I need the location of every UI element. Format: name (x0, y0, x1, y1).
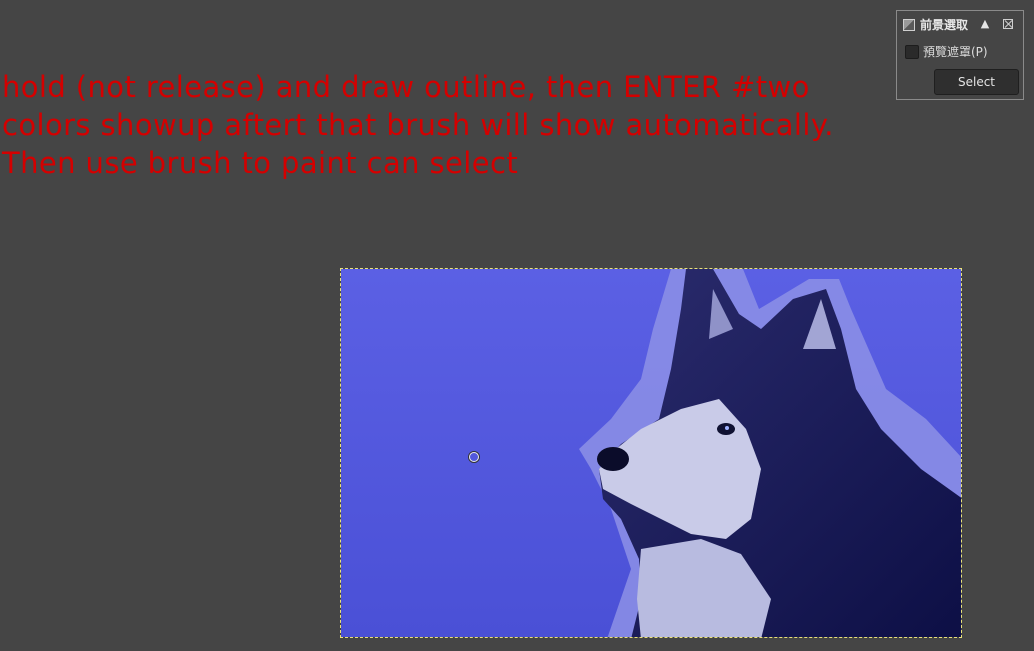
select-button[interactable]: Select (934, 69, 1019, 95)
close-icon[interactable] (1003, 19, 1013, 29)
detach-icon[interactable]: ▲ (979, 17, 991, 31)
image-canvas[interactable]: hold (not release) and draw outline, the… (0, 0, 1034, 651)
preview-mask-checkbox[interactable] (905, 45, 919, 59)
image-layer[interactable] (340, 268, 962, 638)
husky-image (341, 269, 961, 637)
instruction-annotation: hold (not release) and draw outline, the… (2, 70, 834, 180)
panel-title: 前景選取 (920, 18, 969, 32)
foreground-select-tool-icon (903, 19, 915, 31)
preview-mask-label[interactable]: 預覽遮罩(P) (923, 45, 988, 59)
brush-cursor (469, 452, 479, 462)
panel-header: 前景選取 ▲ (897, 11, 1023, 39)
dog-nose (597, 447, 629, 471)
foreground-select-panel: 前景選取 ▲ 預覽遮罩(P) Select (896, 10, 1024, 100)
